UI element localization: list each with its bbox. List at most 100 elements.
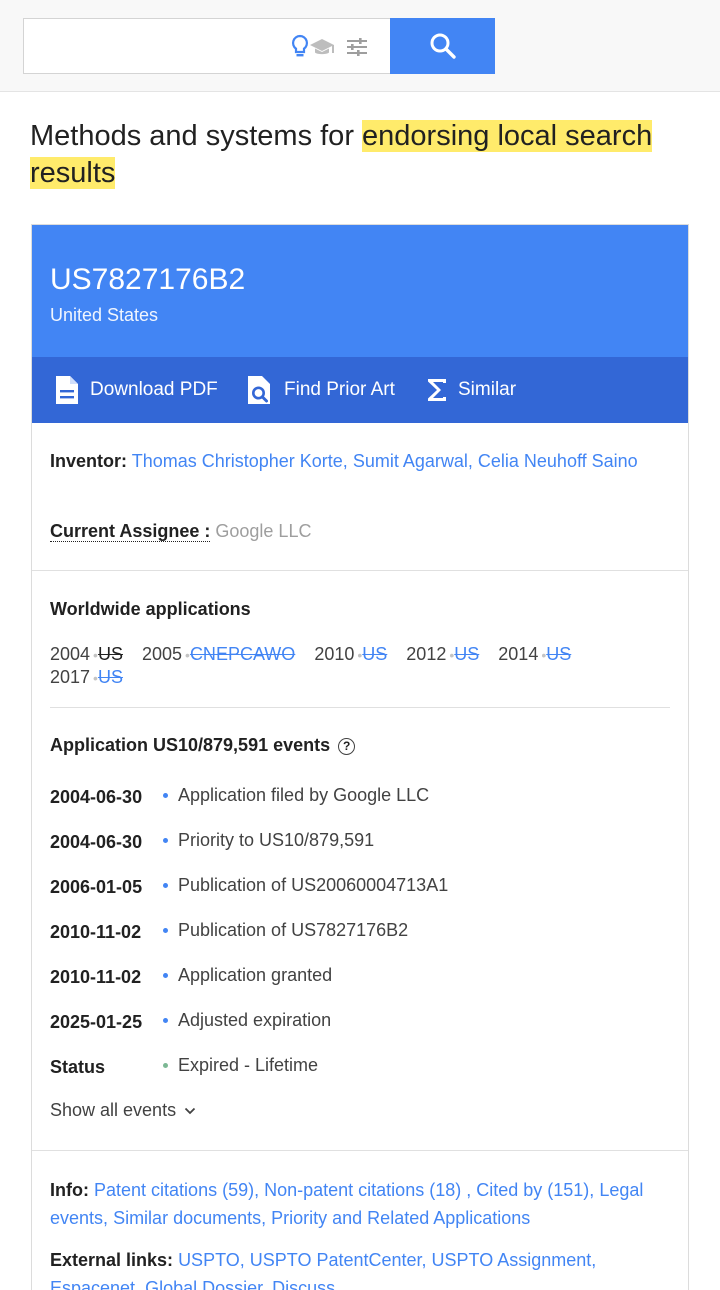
- event-row: 2006-01-05 Publication of US20060004713A…: [50, 870, 670, 900]
- app-country-link[interactable]: US: [98, 644, 123, 664]
- app-year: 2010: [314, 644, 355, 664]
- worldwide-row: 2004 •US 2005 •CNEPCAWO 2010 •US 2012 •US 20…: [50, 643, 571, 666]
- graduation-cap-icon[interactable]: [308, 33, 336, 61]
- app-country-link[interactable]: US: [98, 667, 123, 687]
- divider: [32, 1150, 688, 1151]
- divider: [50, 707, 670, 708]
- external-link[interactable]: USPTO Assignment: [432, 1250, 592, 1270]
- show-all-events-button[interactable]: Show all events: [50, 1095, 670, 1125]
- inventor-link[interactable]: Sumit Agarwal: [353, 451, 468, 471]
- app-year: 2012: [406, 644, 447, 664]
- search-box[interactable]: [23, 18, 391, 74]
- find-prior-art-label: Find Prior Art: [284, 379, 395, 400]
- bullet-icon: [163, 928, 168, 933]
- similar-button[interactable]: Similar: [426, 357, 516, 423]
- bullet-icon: [163, 838, 168, 843]
- info-link[interactable]: Similar documents: [113, 1208, 261, 1228]
- event-text: Priority to US10/879,591: [178, 830, 375, 850]
- event-date: 2010-11-02: [50, 967, 142, 987]
- event-date: 2010-11-02: [50, 922, 142, 942]
- status-text: Expired - Lifetime: [178, 1055, 319, 1075]
- status-row: Status Expired - Lifetime: [50, 1050, 670, 1080]
- divider: [32, 570, 688, 571]
- info-link[interactable]: Priority and Related Applications: [271, 1208, 530, 1228]
- app-country-link[interactable]: CA: [240, 644, 264, 664]
- search-button[interactable]: [390, 18, 495, 74]
- event-row: 2010-11-02 Application granted: [50, 960, 670, 990]
- inventor-section: Inventor: Thomas Christopher Korte, Sumi…: [50, 446, 670, 476]
- external-link[interactable]: Espacenet: [50, 1278, 135, 1290]
- external-link[interactable]: Global Dossier: [145, 1278, 262, 1290]
- worldwide-row: 2017 •US: [50, 666, 123, 689]
- event-row: 2010-11-02 Publication of US7827176B2: [50, 915, 670, 945]
- app-country-link[interactable]: EP: [216, 644, 240, 664]
- status-bullet-icon: [163, 1063, 168, 1068]
- app-country-link[interactable]: CN: [190, 644, 216, 664]
- app-year: 2004: [50, 644, 91, 664]
- inventor-link[interactable]: Thomas Christopher Korte: [132, 451, 343, 471]
- event-text: Adjusted expiration: [178, 1010, 332, 1030]
- patent-actions: Download PDF Find Prior Art Similar: [32, 357, 688, 423]
- app-country-link[interactable]: WO: [264, 644, 295, 664]
- external-link[interactable]: USPTO: [178, 1250, 240, 1270]
- page-title: Methods and systems for endorsing local …: [30, 118, 700, 192]
- event-text: Application granted: [178, 965, 333, 985]
- find-prior-art-button[interactable]: Find Prior Art: [246, 357, 395, 423]
- event-date: 2006-01-05: [50, 877, 143, 897]
- similar-label: Similar: [458, 379, 517, 400]
- events-heading: Application US10/879,591 events?: [50, 735, 670, 756]
- inventor-sep: ,: [342, 451, 353, 471]
- bullet-icon: [163, 1018, 168, 1023]
- event-date: 2004-06-30: [50, 787, 143, 807]
- external-links-label: External links:: [50, 1250, 174, 1270]
- assignee-value: Google LLC: [215, 521, 312, 541]
- download-pdf-button[interactable]: Download PDF: [54, 357, 218, 423]
- bullet-icon: [163, 973, 168, 978]
- status-label: Status: [50, 1057, 106, 1077]
- info-link[interactable]: Cited by (151): [476, 1180, 589, 1200]
- bullet-icon: [163, 793, 168, 798]
- event-text: Publication of US7827176B2: [178, 920, 409, 940]
- event-row: 2025-01-25 Adjusted expiration: [50, 1005, 670, 1035]
- patent-header: US7827176B2 United States: [32, 225, 688, 357]
- external-link[interactable]: USPTO PatentCenter: [250, 1250, 422, 1270]
- event-text: Application filed by Google LLC: [178, 785, 430, 805]
- app-year: 2014: [498, 644, 539, 664]
- info-link[interactable]: Patent citations (59): [94, 1180, 254, 1200]
- show-all-events-label: Show all events: [50, 1100, 177, 1120]
- patent-card: US7827176B2 United States Download PDF F…: [31, 224, 689, 1290]
- title-prefix: Methods and systems for: [30, 120, 363, 152]
- inventor-label: Inventor:: [50, 451, 128, 471]
- event-row: 2004-06-30 Priority to US10/879,591: [50, 825, 670, 855]
- assignee-section: Current Assignee : Google LLC: [50, 516, 670, 546]
- app-country-link[interactable]: US: [362, 644, 387, 664]
- search-document-icon: [248, 376, 270, 404]
- top-bar: [0, 0, 720, 92]
- info-link[interactable]: Non-patent citations (18): [264, 1180, 466, 1200]
- event-text: Publication of US20060004713A1: [178, 875, 449, 895]
- sigma-icon: [428, 379, 446, 401]
- external-links-section: External links: USPTO, USPTO PatentCente…: [50, 1246, 670, 1290]
- tune-icon[interactable]: [343, 33, 371, 61]
- app-year: 2017: [50, 667, 91, 687]
- bullet-icon: [163, 883, 168, 888]
- magnifier-icon: [430, 33, 456, 59]
- search-input[interactable]: [34, 29, 274, 63]
- events-heading-text: Application US10/879,591 events: [50, 735, 331, 755]
- app-year: 2005: [141, 644, 183, 664]
- help-icon[interactable]: ?: [338, 737, 356, 755]
- info-label: Info:: [50, 1180, 89, 1200]
- event-row: 2004-06-30 Application filed by Google L…: [50, 780, 670, 810]
- app-country-link[interactable]: US: [454, 644, 479, 664]
- pdf-document-icon: [56, 376, 78, 404]
- assignee-label: Current Assignee :: [50, 521, 211, 542]
- info-section: Info: Patent citations (59), Non-patent …: [50, 1180, 644, 1228]
- patent-number: US7827176B2: [50, 263, 246, 296]
- chevron-down-icon: [184, 1107, 196, 1115]
- external-link[interactable]: Discuss: [272, 1278, 335, 1290]
- event-date: 2004-06-30: [50, 832, 143, 852]
- download-pdf-label: Download PDF: [90, 379, 218, 400]
- app-country-link[interactable]: US: [546, 644, 571, 664]
- inventor-sep: ,: [467, 451, 478, 471]
- inventor-link[interactable]: Celia Neuhoff Saino: [478, 451, 638, 471]
